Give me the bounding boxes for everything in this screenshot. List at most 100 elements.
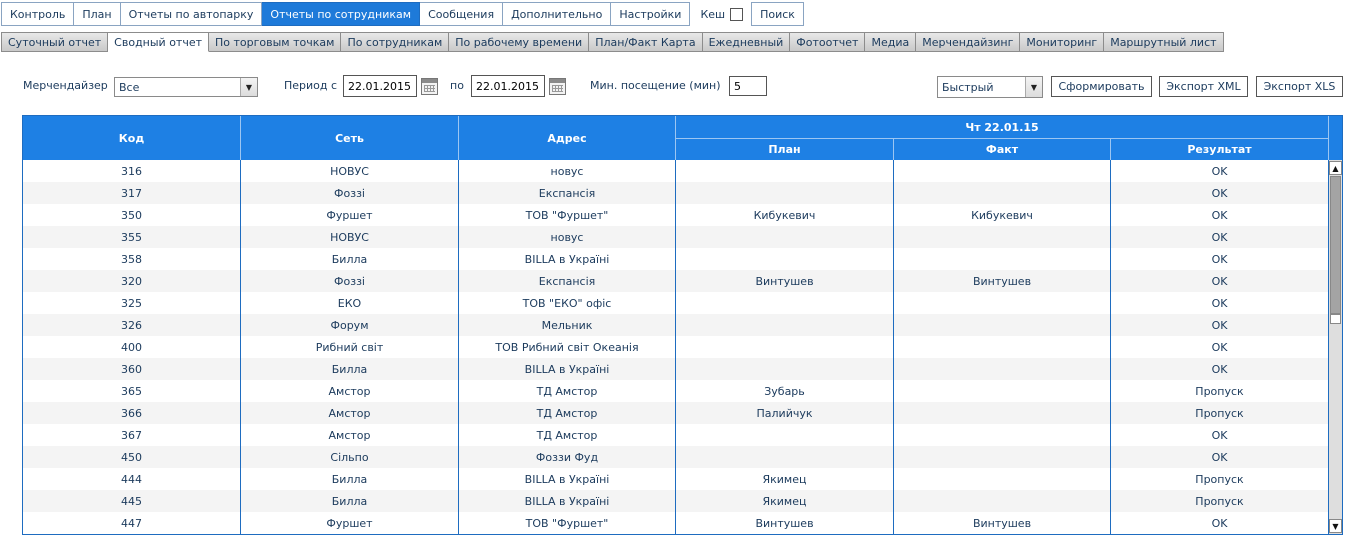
table-row[interactable]: 400 Рибний світ ТОВ Рибний світ Океанія OK	[23, 336, 1328, 358]
header-corner	[1328, 116, 1342, 160]
cell-fact	[894, 468, 1111, 490]
cell-fact	[894, 424, 1111, 446]
cell-network: Билла	[241, 358, 459, 380]
cell-fact	[894, 336, 1111, 358]
cell-plan	[676, 314, 894, 336]
table-row[interactable]: 360 Билла BILLA в Україні OK	[23, 358, 1328, 380]
cache-toggle[interactable]: Кеш	[690, 2, 747, 26]
cell-code: 325	[23, 292, 241, 314]
cell-fact	[894, 160, 1111, 182]
cell-plan: Винтушев	[676, 512, 894, 534]
header-network[interactable]: Сеть	[241, 116, 459, 160]
top-tab-0[interactable]: Контроль	[1, 2, 75, 26]
report-tab-8[interactable]: Медиа	[865, 32, 917, 52]
merchandiser-label: Мерчендайзер	[23, 79, 108, 92]
cell-result: OK	[1211, 318, 1228, 332]
cell-address: ТОВ "Фуршет"	[459, 204, 676, 226]
period-to-label: по	[450, 79, 464, 92]
cell-code: 445	[23, 490, 241, 512]
table-row[interactable]: 367 Амстор ТД Амстор OK	[23, 424, 1328, 446]
report-tab-4[interactable]: По рабочему времени	[449, 32, 590, 52]
table-row[interactable]: 326 Форум Мельник OK	[23, 314, 1328, 336]
cell-plan: Винтушев	[676, 270, 894, 292]
table-row[interactable]: 358 Билла BILLA в Україні OK	[23, 248, 1328, 270]
cell-result: Пропуск	[1195, 384, 1244, 398]
report-tab-6[interactable]: Ежедневный	[702, 32, 791, 52]
top-tab-1[interactable]: План	[74, 2, 121, 26]
date-to-input[interactable]: 22.01.2015	[471, 75, 545, 97]
table-row[interactable]: 355 НОВУС новус OK	[23, 226, 1328, 248]
merchandiser-select[interactable]: Все ▼	[114, 77, 258, 97]
cell-network: Фоззі	[241, 270, 459, 292]
table-row[interactable]: 325 ЕКО ТОВ "ЕКО" офіс OK	[23, 292, 1328, 314]
top-tab-5[interactable]: Дополнительно	[503, 2, 612, 26]
header-plan[interactable]: План	[676, 138, 894, 160]
table-row[interactable]: 350 Фуршет ТОВ "Фуршет" Кибукевич Кибукевич O…	[23, 204, 1328, 226]
table-row[interactable]: 365 Амстор ТД Амстор Зубарь Пропуск	[23, 380, 1328, 402]
table-row[interactable]: 444 Билла BILLA в Україні Якимец Пропуск	[23, 468, 1328, 490]
export-xls-button[interactable]: Экспорт XLS	[1256, 76, 1343, 97]
table-row[interactable]: 450 Сільпо Фоззи Фуд OK	[23, 446, 1328, 468]
cell-network: Амстор	[241, 380, 459, 402]
top-tab-2[interactable]: Отчеты по автопарку	[120, 2, 263, 26]
min-visit-input[interactable]: 5	[729, 76, 767, 96]
cell-result: OK	[1211, 428, 1228, 442]
cell-result: OK	[1211, 252, 1228, 266]
chevron-down-icon[interactable]: ▼	[1025, 77, 1042, 97]
cell-network: Билла	[241, 248, 459, 270]
report-tab-11[interactable]: Маршрутный лист	[1104, 32, 1224, 52]
table-row[interactable]: 316 НОВУС новус OK	[23, 160, 1328, 182]
cell-address: ТД Амстор	[459, 402, 676, 424]
cell-plan: Якимец	[676, 468, 894, 490]
generate-button[interactable]: Сформировать	[1051, 76, 1152, 97]
calendar-icon[interactable]	[421, 78, 438, 95]
scrollbar-thumb[interactable]	[1330, 176, 1341, 314]
cell-plan	[676, 160, 894, 182]
cell-result: OK	[1211, 362, 1228, 376]
vertical-scrollbar[interactable]: ▲ ▼	[1328, 160, 1342, 534]
report-tab-1[interactable]: Сводный отчет	[108, 32, 210, 52]
cell-plan	[676, 248, 894, 270]
report-tab-2[interactable]: По торговым точкам	[209, 32, 342, 52]
top-navigation: Контроль План Отчеты по автопарку Отчеты по…	[1, 2, 804, 26]
cell-plan	[676, 446, 894, 468]
header-address[interactable]: Адрес	[459, 116, 676, 160]
cell-address: ТД Амстор	[459, 424, 676, 446]
report-tab-5[interactable]: План/Факт Карта	[589, 32, 703, 52]
top-tab-3[interactable]: Отчеты по сотрудникам	[262, 2, 421, 26]
scroll-down-icon[interactable]: ▼	[1329, 519, 1342, 533]
cell-code: 447	[23, 512, 241, 534]
mode-value: Быстрый	[942, 80, 994, 94]
date-from-input[interactable]: 22.01.2015	[343, 75, 417, 97]
cell-plan	[676, 182, 894, 204]
chevron-down-icon[interactable]: ▼	[240, 78, 257, 96]
scrollbar-thumb-end	[1330, 314, 1341, 324]
mode-select[interactable]: Быстрый ▼	[937, 76, 1043, 98]
report-tab-3[interactable]: По сотрудникам	[341, 32, 450, 52]
cell-network: Фуршет	[241, 204, 459, 226]
report-tab-0[interactable]: Суточный отчет	[1, 32, 109, 52]
cache-checkbox[interactable]	[730, 7, 744, 21]
header-fact[interactable]: Факт	[894, 138, 1111, 160]
header-result[interactable]: Результат	[1111, 138, 1328, 160]
table-row[interactable]: 317 Фоззі Експансія OK	[23, 182, 1328, 204]
scroll-up-icon[interactable]: ▲	[1329, 161, 1342, 175]
report-table: Код Сеть Адрес Чт 22.01.15 План Факт Рез…	[22, 115, 1343, 535]
report-tab-9[interactable]: Мерчендайзинг	[916, 32, 1021, 52]
cell-fact: Кибукевич	[894, 204, 1111, 226]
top-tab-4[interactable]: Сообщения	[420, 2, 504, 26]
report-tab-7[interactable]: Фотоотчет	[790, 32, 866, 52]
report-tab-10[interactable]: Мониторинг	[1020, 32, 1105, 52]
table-row[interactable]: 445 Билла BILLA в Україні Якимец Пропуск	[23, 490, 1328, 512]
export-xml-button[interactable]: Экспорт XML	[1159, 76, 1248, 97]
cell-code: 355	[23, 226, 241, 248]
calendar-icon[interactable]	[549, 78, 566, 95]
table-row[interactable]: 320 Фоззі Експансія Винтушев Винтушев OK	[23, 270, 1328, 292]
top-tab-6[interactable]: Настройки	[611, 2, 691, 26]
table-row[interactable]: 366 Амстор ТД Амстор Палийчук Пропуск	[23, 402, 1328, 424]
table-row[interactable]: 447 Фуршет ТОВ "Фуршет" Винтушев Винтушев OK	[23, 512, 1328, 534]
table-header: Код Сеть Адрес Чт 22.01.15 План Факт Рез…	[23, 116, 1328, 160]
header-code[interactable]: Код	[23, 116, 241, 160]
search-button[interactable]: Поиск	[751, 2, 804, 26]
cell-code: 450	[23, 446, 241, 468]
